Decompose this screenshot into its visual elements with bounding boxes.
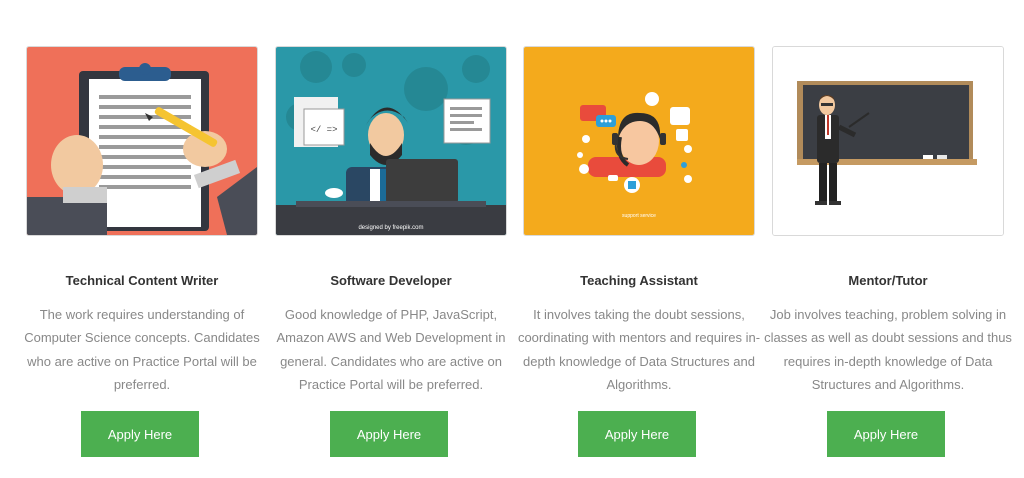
apply-button[interactable]: Apply Here	[578, 411, 696, 457]
job-card-teaching-assistant: support service Teaching Assistant It in…	[518, 0, 760, 478]
job-image-developer: </ => designed by freepik.com	[275, 46, 507, 236]
job-card-technical-content-writer: Technical Content Writer The work requir…	[24, 0, 260, 478]
job-description: Job involves teaching, problem solving i…	[764, 307, 1012, 392]
apply-button[interactable]: Apply Here	[827, 411, 945, 457]
job-card-software-developer: </ => designed by freepik.com Software D…	[275, 0, 507, 478]
image-caption-text: support service	[622, 213, 656, 219]
job-image-support-assistant: support service	[523, 46, 755, 236]
job-title: Software Developer	[330, 273, 452, 288]
job-image-clipboard	[26, 46, 258, 236]
job-title: Teaching Assistant	[580, 273, 698, 288]
job-title: Mentor/Tutor	[848, 273, 928, 288]
job-description: It involves taking the doubt sessions, c…	[517, 307, 761, 392]
apply-button[interactable]: Apply Here	[330, 411, 448, 457]
job-cards: Technical Content Writer The work requir…	[0, 0, 1024, 478]
svg-text:</ =>: </ =>	[310, 125, 337, 135]
image-credit-text: designed by freepik.com	[358, 225, 423, 231]
job-image-teacher	[772, 46, 1004, 236]
job-title: Technical Content Writer	[65, 273, 219, 288]
job-description: The work requires understanding of Compu…	[24, 307, 260, 392]
job-description: Good knowledge of PHP, JavaScript, Amazo…	[276, 307, 506, 392]
job-card-mentor-tutor: Mentor/Tutor Job involves teaching, prob…	[764, 0, 1012, 478]
apply-button[interactable]: Apply Here	[81, 411, 199, 457]
